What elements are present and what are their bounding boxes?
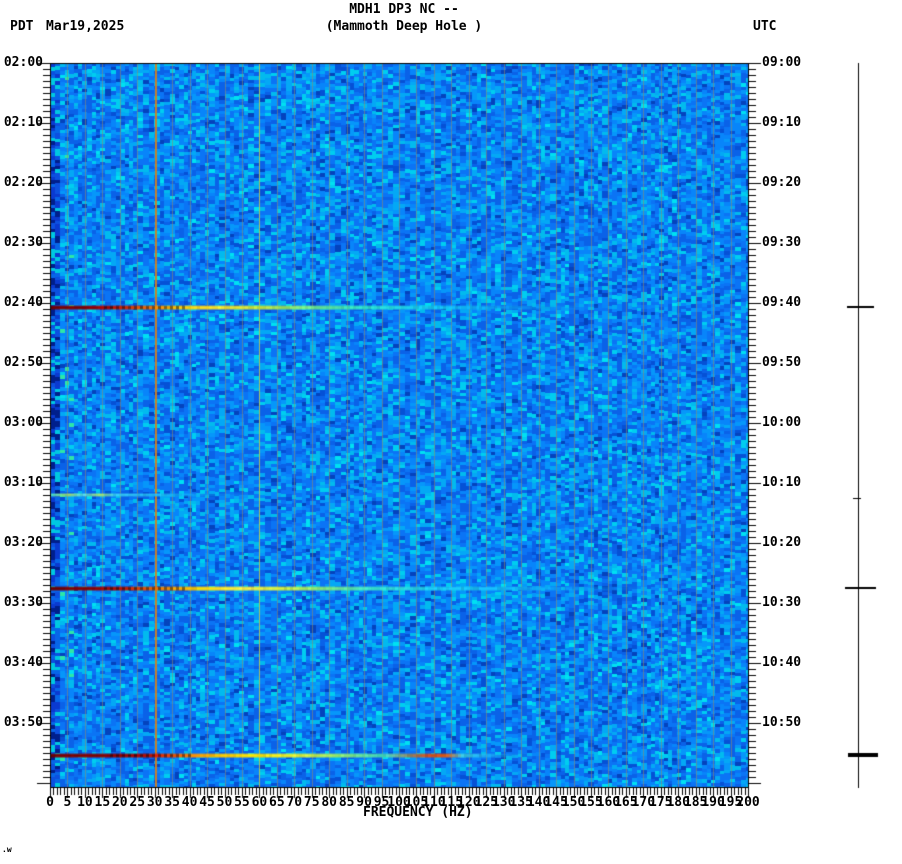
left-axis-tick-label: 03:50 [3,715,43,730]
spectrogram-page: PDT Mar19,2025 MDH1 DP3 NC -- (Mammoth D… [0,0,902,864]
right-axis-tick-label: 09:30 [762,235,802,250]
right-axis-tick-label: 10:10 [762,475,802,490]
x-axis-title: FREQUENCY (HZ) [363,805,473,820]
right-axis-tick-label: 09:00 [762,55,802,70]
left-axis-tick-label: 02:20 [3,175,43,190]
left-axis-tick-label: 03:00 [3,415,43,430]
left-axis-tick-label: 03:40 [3,655,43,670]
right-axis-tick-label: 10:50 [762,715,802,730]
right-axis-tick-label: 10:30 [762,595,802,610]
footer-note: .w [2,845,12,854]
left-axis-tick-label: 03:30 [3,595,43,610]
left-axis-tick-label: 02:10 [3,115,43,130]
right-axis-tick-label: 10:40 [762,655,802,670]
right-axis-tick-label: 09:20 [762,175,802,190]
left-axis-tick-label: 03:20 [3,535,43,550]
right-axis-tick-label: 10:20 [762,535,802,550]
left-axis-tick-label: 03:10 [3,475,43,490]
right-axis-tick-label: 09:40 [762,295,802,310]
frequency-tick-label: 200 [736,795,760,810]
right-axis-tick-label: 09:50 [762,355,802,370]
left-axis-tick-label: 02:40 [3,295,43,310]
left-axis-tick-label: 02:30 [3,235,43,250]
left-axis-tick-label: 02:50 [3,355,43,370]
right-axis-tick-label: 09:10 [762,115,802,130]
left-axis-tick-label: 02:00 [3,55,43,70]
right-axis-tick-label: 10:00 [762,415,802,430]
